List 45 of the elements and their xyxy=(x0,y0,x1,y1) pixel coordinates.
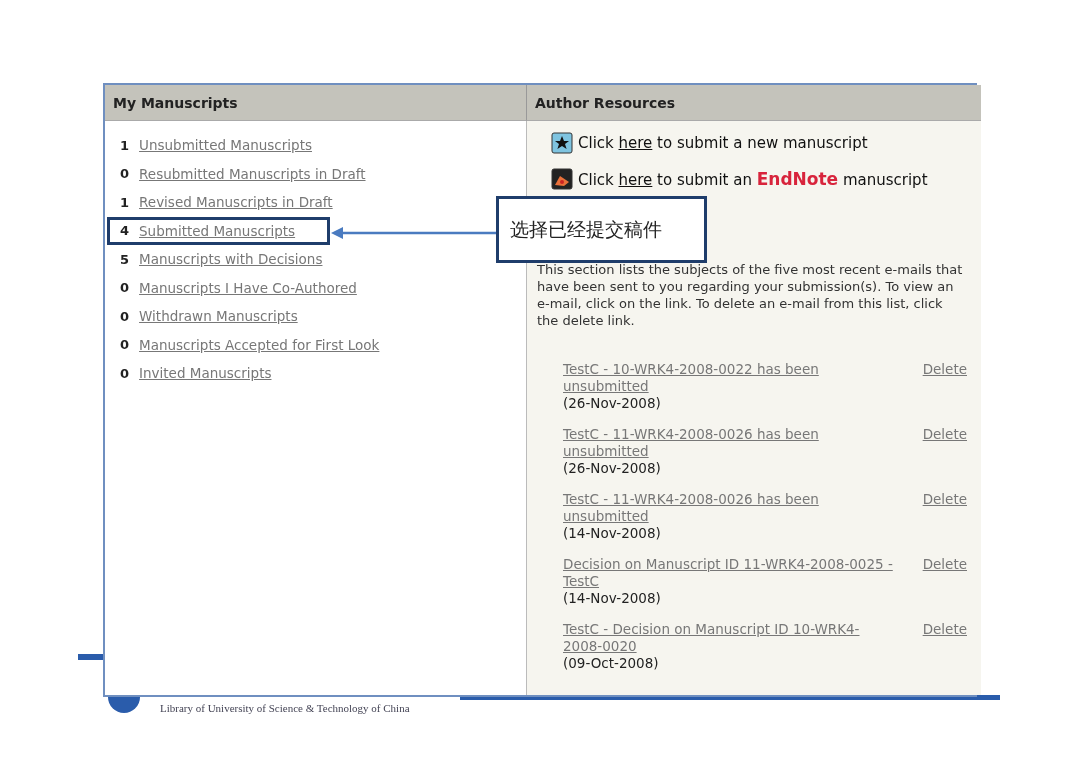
delete-link[interactable]: Delete xyxy=(922,621,967,655)
item-count: 0 xyxy=(120,166,130,182)
manuscript-link[interactable]: Withdrawn Manuscripts xyxy=(139,308,298,325)
panel-header: My Manuscripts xyxy=(105,85,527,121)
manuscript-link[interactable]: Manuscripts I Have Co-Authored xyxy=(139,279,357,296)
manuscript-link[interactable]: Revised Manuscripts in Draft xyxy=(139,194,333,211)
email-date: (26-Nov-2008) xyxy=(563,395,662,412)
email-subject-link[interactable]: TestC - 10-WRK4-2008-0022 has been unsubmitted xyxy=(563,361,893,395)
manuscript-link[interactable]: Unsubmitted Manuscripts xyxy=(139,137,312,154)
endnote-logo: EndNote xyxy=(756,169,839,189)
footer-text: Library of University of Science & Technology of China xyxy=(160,702,410,714)
delete-link[interactable]: Delete xyxy=(922,361,967,395)
item-count: 0 xyxy=(120,337,130,353)
delete-link[interactable]: Delete xyxy=(922,556,967,590)
here-link[interactable]: here xyxy=(618,171,653,189)
email-subject-link[interactable]: Decision on Manuscript ID 11-WRK4-2008-0025 - TestC xyxy=(563,556,893,590)
email-subject-link[interactable]: TestC - 11-WRK4-2008-0026 has been unsubmitted xyxy=(563,426,893,460)
manuscript-link[interactable]: Manuscripts Accepted for First Look xyxy=(139,336,380,353)
item-count: 5 xyxy=(120,251,130,267)
item-count: 4 xyxy=(120,223,130,239)
item-count: 1 xyxy=(120,137,130,153)
email-date: (26-Nov-2008) xyxy=(563,460,662,477)
item-count: 1 xyxy=(120,194,130,210)
item-count: 0 xyxy=(120,365,130,381)
email-subject-link[interactable]: TestC - Decision on Manuscript ID 10-WRK4-2008-0020 xyxy=(563,621,893,655)
description-text: This section lists the subjects of the five most recent e-mails that have been sent to you regarding your submission(s). To view an e-mail, click on the link. To delete an e-mail from this list, click the delete link. xyxy=(537,261,964,329)
manuscript-link[interactable]: Resubmitted Manuscripts in Draft xyxy=(139,165,366,182)
manuscript-link[interactable]: Manuscripts with Decisions xyxy=(139,251,323,268)
here-link[interactable]: here xyxy=(618,134,653,152)
manuscript-link[interactable]: Invited Manuscripts xyxy=(139,365,272,382)
delete-link[interactable]: Delete xyxy=(922,491,967,525)
delete-link[interactable]: Delete xyxy=(922,426,967,460)
submit-instruction: Click here to submit a new manuscript xyxy=(578,134,868,152)
panel-header: Author Resources xyxy=(527,85,981,121)
item-count: 0 xyxy=(120,280,130,296)
item-count: 0 xyxy=(120,308,130,324)
email-date: (09-Oct-2008) xyxy=(563,655,660,672)
manuscript-link[interactable]: Submitted Manuscripts xyxy=(139,222,296,239)
email-subject-link[interactable]: TestC - 11-WRK4-2008-0026 has been unsubmitted xyxy=(563,491,893,525)
arrow-icon xyxy=(331,224,498,242)
email-date: (14-Nov-2008) xyxy=(563,525,662,542)
email-date: (14-Nov-2008) xyxy=(563,590,662,607)
callout-text: 选择已经提交稿件 xyxy=(510,216,662,242)
library-logo xyxy=(108,697,140,716)
submit-instruction: Click here to submit an EndNote manuscript xyxy=(578,169,928,189)
